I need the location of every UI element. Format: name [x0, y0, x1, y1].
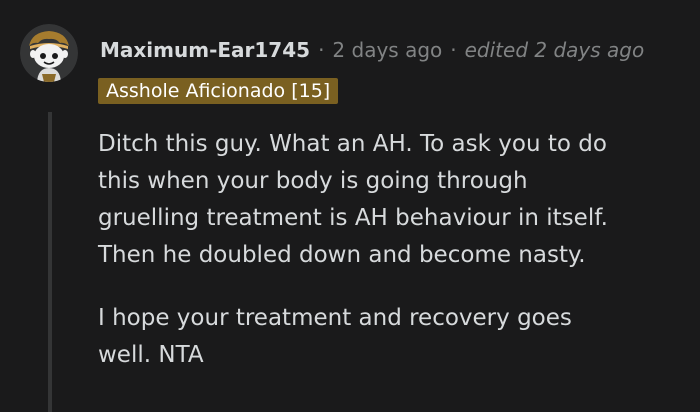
comment-body: Ditch this guy. What an AH. To ask you t… [98, 126, 688, 374]
comment-line: Then he doubled down and become nasty. [98, 242, 586, 268]
comment-line: Ditch this guy. What an AH. To ask you t… [98, 131, 607, 157]
comment-timestamp[interactable]: 2 days ago [332, 34, 442, 66]
snoo-avatar-icon [20, 24, 78, 82]
user-flair-badge[interactable]: Asshole Aficionado [15] [98, 78, 339, 104]
meta-separator: · [318, 38, 325, 62]
username-link[interactable]: Maximum-Ear1745 [100, 34, 310, 66]
comment-line: I hope your treatment and recovery goes [98, 305, 572, 331]
meta-separator: · [450, 38, 457, 62]
comment-line: this when your body is going through [98, 168, 528, 194]
thread-collapse-line[interactable] [48, 112, 52, 412]
comment: Maximum-Ear1745 · 2 days ago · edited 2 … [0, 0, 700, 412]
comment-line: well. NTA [98, 342, 204, 368]
comment-meta: Maximum-Ear1745 · 2 days ago · edited 2 … [100, 34, 644, 66]
comment-paragraph: I hope your treatment and recovery goes … [98, 300, 688, 374]
edited-label: edited 2 days ago [464, 38, 645, 62]
comment-paragraph: Ditch this guy. What an AH. To ask you t… [98, 126, 688, 274]
user-avatar[interactable] [20, 24, 78, 82]
comment-line: gruelling treatment is AH behaviour in i… [98, 205, 608, 231]
